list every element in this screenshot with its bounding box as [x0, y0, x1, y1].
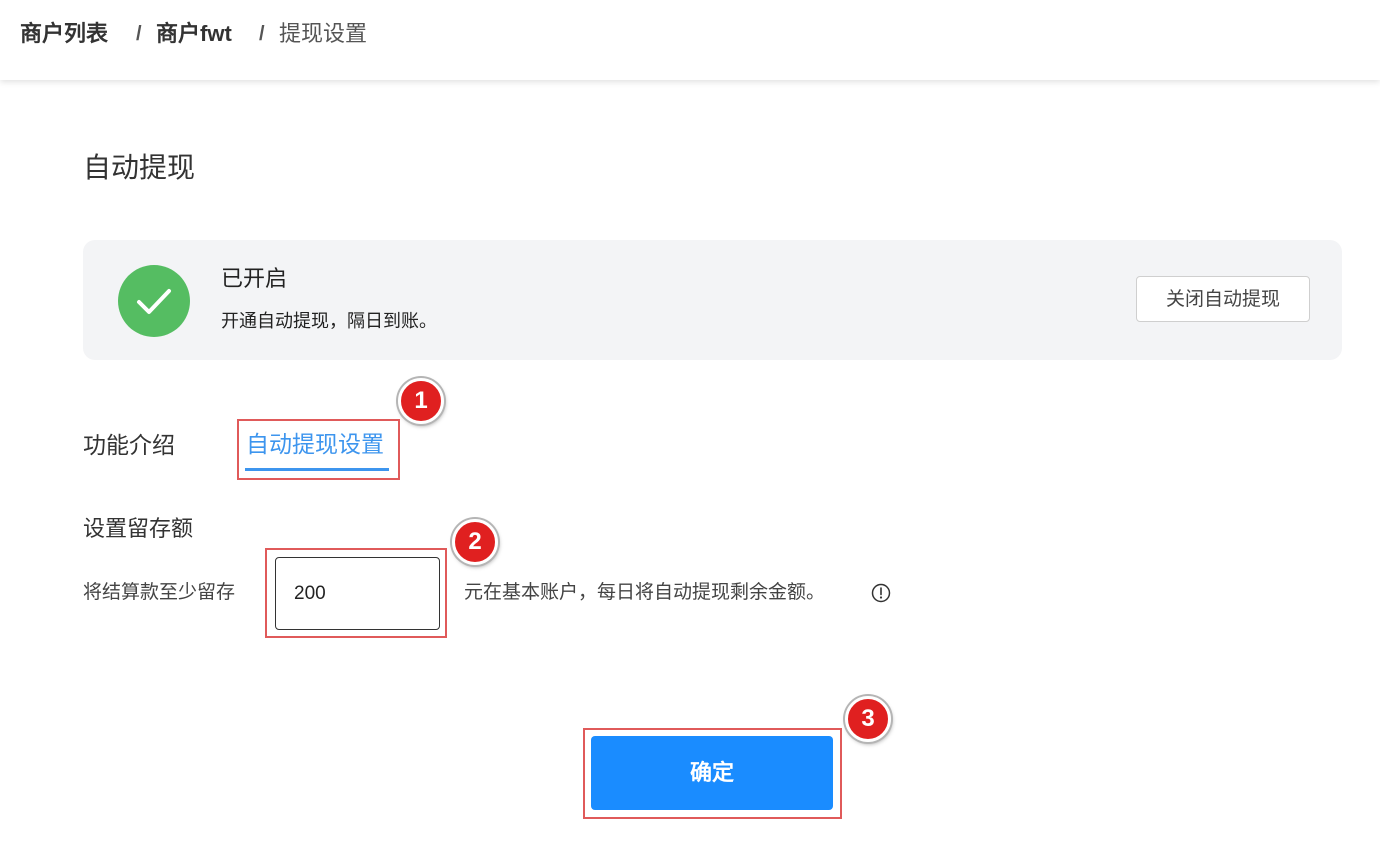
annotation-highlight-2: [265, 548, 447, 638]
annotation-highlight-1: [237, 419, 400, 480]
annotation-badge-1: 1: [398, 378, 444, 424]
breadcrumb-current: 提现设置: [279, 21, 368, 46]
info-icon[interactable]: [871, 583, 891, 603]
status-card: 已开启 开通自动提现，隔日到账。 关闭自动提现: [83, 240, 1342, 360]
check-icon: [118, 265, 190, 337]
status-title: 已开启: [221, 266, 288, 291]
section-title: 自动提现: [83, 152, 196, 183]
breadcrumb-separator: /: [259, 23, 265, 45]
retain-suffix-label: 元在基本账户，每日将自动提现剩余金额。: [464, 582, 826, 603]
annotation-badge-2: 2: [452, 519, 498, 565]
header-bar: 商户列表 / 商户fwt / 提现设置: [0, 0, 1380, 80]
annotation-badge-3: 3: [845, 696, 891, 742]
annotation-highlight-3: [583, 728, 842, 819]
retain-settings-title: 设置留存额: [83, 516, 194, 541]
retain-prefix-label: 将结算款至少留存: [83, 582, 236, 603]
status-description: 开通自动提现，隔日到账。: [221, 311, 437, 331]
breadcrumb-separator: /: [136, 23, 142, 45]
breadcrumb-merchant[interactable]: 商户fwt: [156, 20, 232, 48]
close-auto-withdraw-button[interactable]: 关闭自动提现: [1136, 276, 1310, 322]
breadcrumb-merchant-list[interactable]: 商户列表: [20, 20, 108, 48]
tab-feature-intro[interactable]: 功能介绍: [83, 430, 175, 460]
